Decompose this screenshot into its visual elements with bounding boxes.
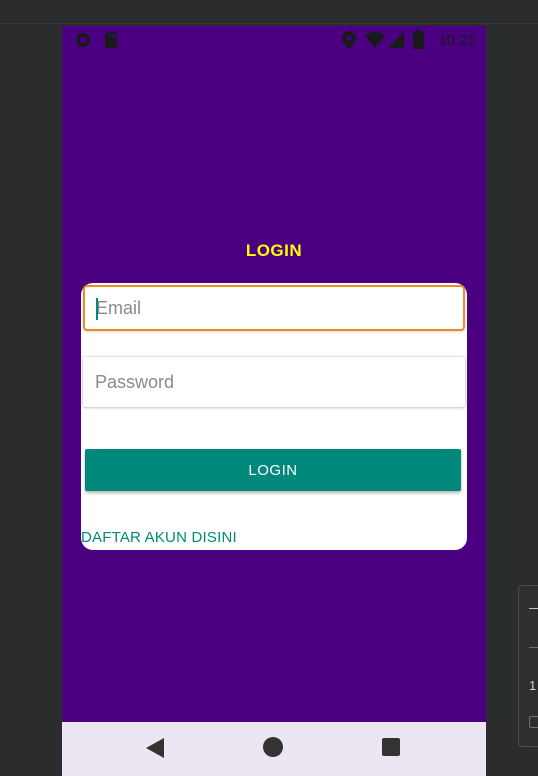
minimize-icon[interactable] — [529, 608, 538, 609]
battery-icon — [413, 30, 424, 49]
record-icon — [76, 33, 90, 47]
emulator-side-panel[interactable]: 1 — [518, 585, 538, 747]
page-title: LOGIN — [245, 241, 303, 260]
phone-screen: 10:22 LOGIN LOGIN DAFTAR AKUN DISINI — [62, 26, 486, 776]
wifi-icon — [365, 32, 385, 48]
sd-card-icon — [105, 32, 117, 48]
side-panel-number: 1 — [529, 678, 537, 693]
navigation-bar — [62, 722, 486, 776]
login-card: LOGIN DAFTAR AKUN DISINI — [81, 283, 467, 550]
signal-icon — [388, 32, 404, 48]
text-cursor — [96, 298, 98, 320]
register-link[interactable]: DAFTAR AKUN DISINI — [81, 529, 237, 546]
home-icon[interactable] — [263, 737, 283, 757]
ide-top-bar — [0, 0, 538, 24]
status-bar: 10:22 — [62, 26, 486, 54]
email-input[interactable] — [83, 285, 465, 331]
status-time: 10:22 — [438, 32, 476, 49]
location-icon — [342, 31, 356, 49]
back-icon[interactable] — [146, 738, 164, 758]
login-button[interactable]: LOGIN — [85, 449, 461, 491]
divider — [529, 647, 538, 648]
window-icon[interactable] — [529, 716, 538, 728]
password-input[interactable] — [83, 357, 465, 407]
recents-icon[interactable] — [382, 738, 400, 756]
